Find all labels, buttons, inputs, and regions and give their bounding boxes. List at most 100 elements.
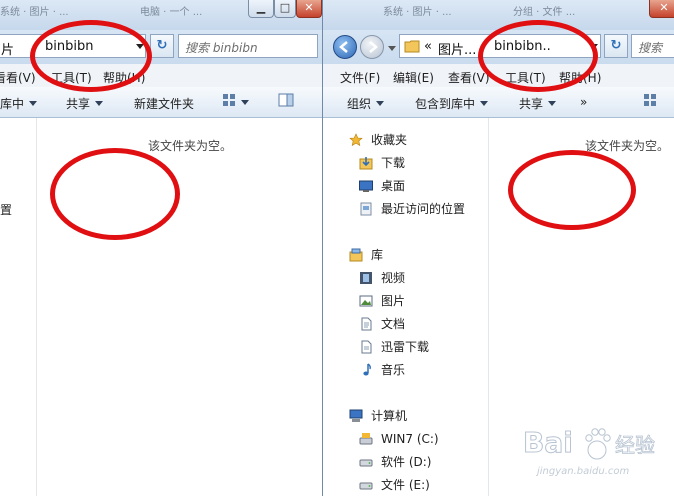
nav-label: 软件 (D:): [381, 455, 432, 469]
explorer-window-right: 系统 · 图片 · ... 分组 · 文件 ... ✕ « 图片... binb…: [322, 0, 674, 496]
refresh-button[interactable]: ↻: [150, 34, 174, 58]
menu-file[interactable]: 文件(F): [340, 69, 380, 86]
menu-edit[interactable]: 编辑(E): [393, 69, 434, 86]
arrow-left-icon: [339, 41, 348, 53]
menu-bar: 文件(F) 编辑(E) 查看(V) 工具(T) 帮助(H): [323, 64, 674, 88]
preview-pane-icon: [278, 93, 294, 107]
address-value[interactable]: binbibn: [45, 39, 93, 54]
view-options-button[interactable]: [222, 93, 249, 110]
chevron-down-icon[interactable]: [136, 44, 144, 49]
view-options-button[interactable]: [643, 93, 657, 110]
nav-label: 文档: [381, 317, 406, 331]
command-bar: 组织 包含到库中 共享 »: [323, 87, 674, 118]
library-icon: [349, 248, 363, 262]
system-drive-icon: [359, 433, 373, 445]
maximize-button[interactable]: □: [274, 0, 296, 18]
minimize-button[interactable]: ▁: [248, 0, 274, 18]
empty-folder-message: 该文件夹为空。: [585, 139, 670, 153]
tab-label[interactable]: 系统 · 图片 · ...: [0, 4, 69, 22]
menu-tools[interactable]: 工具(T): [505, 69, 546, 86]
recent-places-icon: [360, 202, 372, 216]
search-input[interactable]: 搜索 binbibn: [178, 34, 318, 58]
nav-label: 视频: [381, 271, 406, 285]
address-input[interactable]: 片 binbibn: [0, 34, 146, 58]
button-label: 组织: [347, 97, 372, 111]
menu-view[interactable]: 查看(V): [448, 69, 490, 86]
explorer-window-left: 系统 · 图片 · ... 电脑 · 一个 ... ▁ □ ✕ 片 binbib…: [0, 0, 322, 496]
drive-icon: [359, 459, 373, 467]
picture-library-icon: [359, 295, 373, 307]
chevron-down-icon: [480, 101, 489, 106]
view-grid-icon: [223, 94, 235, 106]
new-folder-button[interactable]: 新建文件夹: [134, 95, 194, 112]
button-label: 共享: [519, 97, 544, 111]
desktop-icon: [359, 180, 373, 192]
back-button[interactable]: [333, 35, 357, 59]
breadcrumb[interactable]: 图片...: [438, 39, 476, 58]
computer-icon: [349, 409, 363, 422]
chevron-down-icon: [548, 101, 557, 106]
breadcrumb[interactable]: 片: [1, 39, 14, 58]
menu-tools[interactable]: 工具(T): [51, 69, 92, 86]
tab-label[interactable]: 分组 · 文件 ...: [513, 4, 575, 22]
music-note-icon: [363, 363, 371, 376]
search-input[interactable]: 搜索: [631, 34, 674, 58]
breadcrumb-separator[interactable]: «: [424, 39, 432, 54]
refresh-button[interactable]: ↻: [604, 34, 628, 58]
close-button[interactable]: ✕: [649, 0, 674, 18]
button-label: 包含到库中: [415, 97, 476, 111]
chevron-down-icon: [376, 101, 385, 106]
address-bar: « 图片... binbibn.. ↻ 搜索: [323, 30, 674, 64]
menu-bar: 看看(V) 工具(T) 帮助(H): [0, 64, 322, 88]
nav-label: 计算机: [371, 409, 408, 423]
star-icon: [349, 133, 363, 147]
svg-text:经验: 经验: [615, 433, 655, 457]
document-library-icon: [361, 317, 372, 331]
button-label: 库中: [0, 97, 25, 111]
menu-view[interactable]: 看看(V): [0, 69, 36, 86]
tab-label[interactable]: 电脑 · 一个 ...: [140, 4, 202, 22]
watermark: Bai 经验 jingyan.baidu.com: [519, 420, 669, 490]
forward-button[interactable]: [360, 35, 384, 59]
chevron-down-icon: [95, 101, 104, 106]
refresh-icon: ↻: [610, 38, 622, 53]
folder-icon: [404, 40, 420, 53]
baidu-logo: Bai 经验: [523, 426, 655, 460]
include-in-library-button[interactable]: 库中: [0, 95, 38, 112]
svg-text:Bai: Bai: [523, 426, 573, 459]
include-in-library-button[interactable]: 包含到库中: [415, 95, 489, 112]
nav-label: WIN7 (C:): [381, 432, 439, 446]
menu-help[interactable]: 帮助(H): [103, 69, 145, 86]
nav-label: 图片: [381, 294, 406, 308]
tab-label[interactable]: 系统 · 图片 · ...: [383, 4, 452, 22]
nav-label: 库: [371, 248, 384, 262]
button-label: 共享: [66, 97, 91, 111]
menu-help[interactable]: 帮助(H): [559, 69, 601, 86]
drive-icon: [359, 482, 373, 490]
chevron-down-icon: [29, 101, 38, 106]
more-commands-button[interactable]: »: [580, 95, 587, 109]
thunder-download-icon: [361, 340, 372, 354]
share-button[interactable]: 共享: [519, 95, 557, 112]
share-button[interactable]: 共享: [66, 95, 104, 112]
command-bar: 库中 共享 新建文件夹: [0, 87, 322, 118]
title-bar: 系统 · 图片 · ... 电脑 · 一个 ... ▁ □ ✕: [0, 0, 322, 30]
nav-item-recent-places[interactable]: 置: [0, 200, 12, 220]
address-value[interactable]: binbibn..: [494, 39, 551, 54]
history-dropdown-icon[interactable]: [388, 46, 396, 51]
navigation-pane[interactable]: 收藏夹 下载 桌面 最近访问的位置 库 视频 图片 文档 迅雷下载 音乐 计算机…: [323, 118, 489, 496]
chevron-down-icon[interactable]: [590, 44, 598, 49]
nav-label: 下载: [381, 156, 406, 170]
address-input[interactable]: « 图片... binbibn..: [399, 34, 601, 58]
empty-folder-message: 该文件夹为空。: [148, 139, 233, 153]
organize-button[interactable]: 组织: [347, 95, 385, 112]
video-library-icon: [360, 272, 372, 284]
nav-label: 桌面: [381, 179, 406, 193]
file-list[interactable]: [37, 118, 322, 496]
preview-pane-button[interactable]: [278, 93, 294, 110]
chevron-down-icon: [241, 100, 249, 105]
nav-label: 迅雷下载: [381, 340, 430, 354]
navigation-pane[interactable]: 置: [0, 118, 37, 496]
nav-label: 文件 (E:): [381, 478, 430, 492]
close-button[interactable]: ✕: [296, 0, 322, 18]
